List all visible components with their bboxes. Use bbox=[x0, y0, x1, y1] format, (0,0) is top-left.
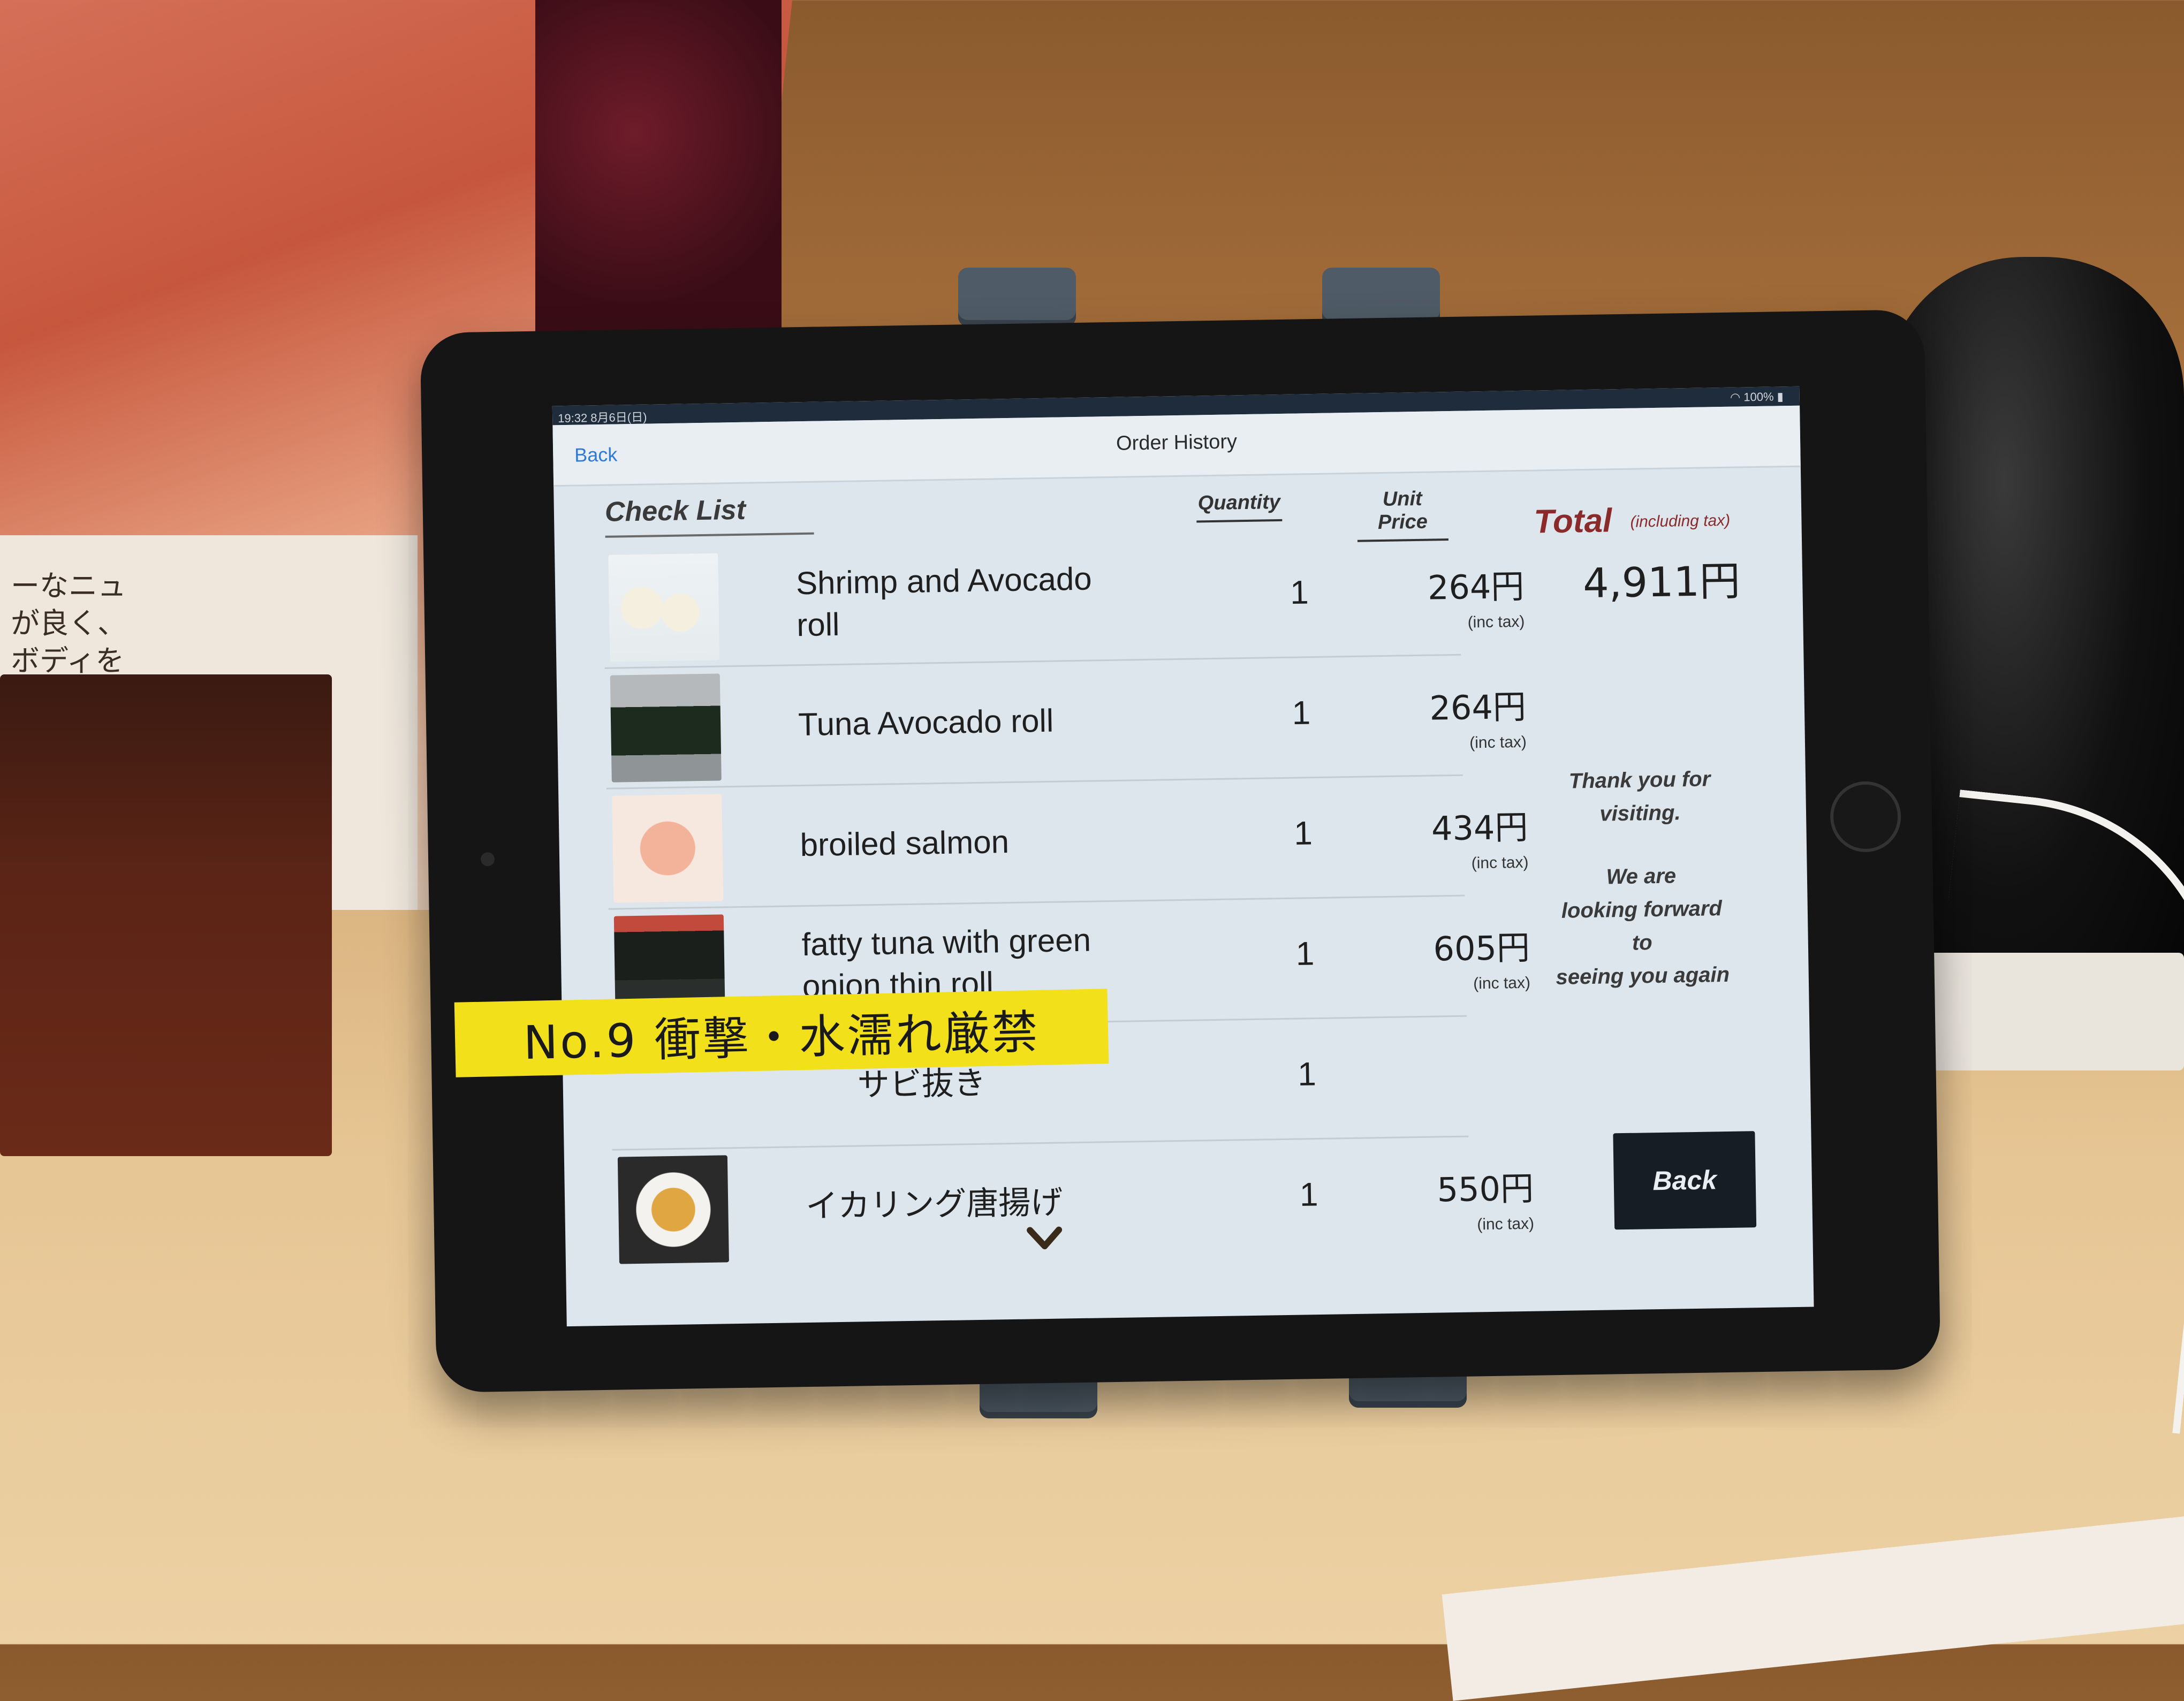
front-camera bbox=[480, 852, 495, 867]
thank-you-message: Thank you for visiting. We are looking f… bbox=[1556, 767, 1730, 990]
menu-card-text: ーなニュ が良く、 ボディを bbox=[11, 569, 126, 678]
item-quantity: 1 bbox=[1295, 935, 1315, 973]
item-name: イカリング唐揚げ bbox=[805, 1183, 1063, 1225]
tablet-device: 19:32 8月6日(日) ◠ 100% ▮ Back Order Histor… bbox=[420, 309, 1941, 1393]
status-battery: ◠ 100% ▮ bbox=[1730, 390, 1784, 404]
item-quantity: 1 bbox=[1297, 1055, 1317, 1093]
item-unit-price: 264円 bbox=[1427, 566, 1525, 608]
item-tax-note: (inc tax) bbox=[1471, 853, 1529, 872]
home-button[interactable] bbox=[1830, 780, 1902, 853]
item-thumbnail bbox=[610, 673, 722, 783]
item-quantity: 1 bbox=[1299, 1175, 1318, 1213]
item-unit-price: 264円 bbox=[1429, 687, 1527, 728]
page-title: Order History bbox=[1116, 430, 1238, 455]
scroll-down-chevron-icon[interactable] bbox=[1026, 1222, 1064, 1255]
check-list-heading: Check List bbox=[604, 492, 814, 538]
item-name: Shrimp and Avocado roll bbox=[795, 560, 1093, 643]
item-unit-price: 434円 bbox=[1431, 807, 1528, 848]
order-row: broiled salmon 1 434円 (inc tax) bbox=[606, 774, 1529, 910]
item-tax-note: (inc tax) bbox=[1467, 612, 1525, 632]
total-amount: 4,911円 bbox=[1582, 557, 1741, 608]
item-tax-note: (inc tax) bbox=[1477, 1214, 1535, 1234]
total-tax-note: (including tax) bbox=[1630, 511, 1731, 531]
paper-menu bbox=[1442, 1510, 2184, 1701]
tablet-clip bbox=[958, 268, 1076, 326]
battery-icon: ▮ bbox=[1777, 390, 1784, 404]
item-quantity: 1 bbox=[1292, 694, 1311, 732]
warning-sticker: No.9 衝撃・水濡れ厳禁 bbox=[454, 989, 1109, 1077]
menu-card-pattern bbox=[535, 0, 782, 332]
tablet-screen: 19:32 8月6日(日) ◠ 100% ▮ Back Order Histor… bbox=[552, 386, 1814, 1327]
item-tax-note: (inc tax) bbox=[1469, 733, 1527, 752]
item-name: Tuna Avocado roll bbox=[798, 702, 1054, 742]
wifi-icon: ◠ bbox=[1730, 390, 1744, 404]
order-row: Shrimp and Avocado roll 1 264円 (inc tax) bbox=[602, 533, 1525, 669]
item-name: broiled salmon bbox=[800, 823, 1010, 863]
item-quantity: 1 bbox=[1290, 574, 1309, 611]
wooden-box bbox=[0, 674, 332, 1156]
total-label: Total bbox=[1533, 502, 1612, 541]
item-quantity: 1 bbox=[1293, 815, 1313, 852]
order-row: Tuna Avocado roll 1 264円 (inc tax) bbox=[604, 654, 1527, 789]
item-thumbnail bbox=[617, 1155, 729, 1264]
item-thumbnail bbox=[608, 553, 720, 662]
column-header-quantity: Quantity bbox=[1196, 490, 1283, 523]
item-unit-price: 605円 bbox=[1433, 928, 1530, 969]
back-button[interactable]: Back bbox=[1613, 1131, 1757, 1230]
item-unit-price: 550円 bbox=[1437, 1168, 1534, 1210]
item-thumbnail bbox=[612, 794, 724, 903]
item-tax-note: (inc tax) bbox=[1473, 974, 1531, 993]
